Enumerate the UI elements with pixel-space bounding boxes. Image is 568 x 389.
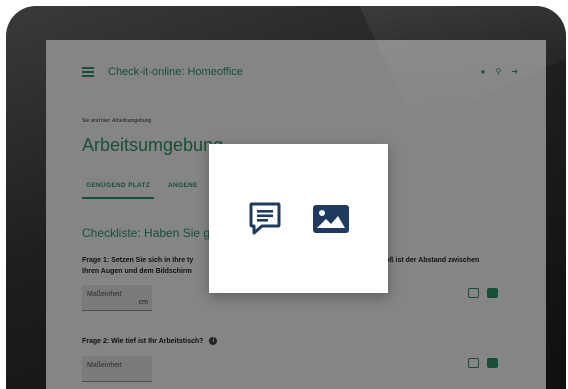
- tablet-frame: Check-it-online: Homeoffice ● ⚲ ➜ Sie si…: [6, 6, 566, 389]
- image-icon[interactable]: [312, 204, 350, 234]
- comment-icon[interactable]: [248, 201, 282, 237]
- search-icon[interactable]: ⚲: [495, 68, 501, 76]
- app-bar-actions: ● ⚲ ➜: [481, 68, 518, 76]
- screen: Check-it-online: Homeoffice ● ⚲ ➜ Sie si…: [46, 40, 546, 389]
- user-icon[interactable]: ●: [481, 68, 486, 76]
- media-dialog: [209, 144, 388, 293]
- logout-icon[interactable]: ➜: [511, 68, 518, 76]
